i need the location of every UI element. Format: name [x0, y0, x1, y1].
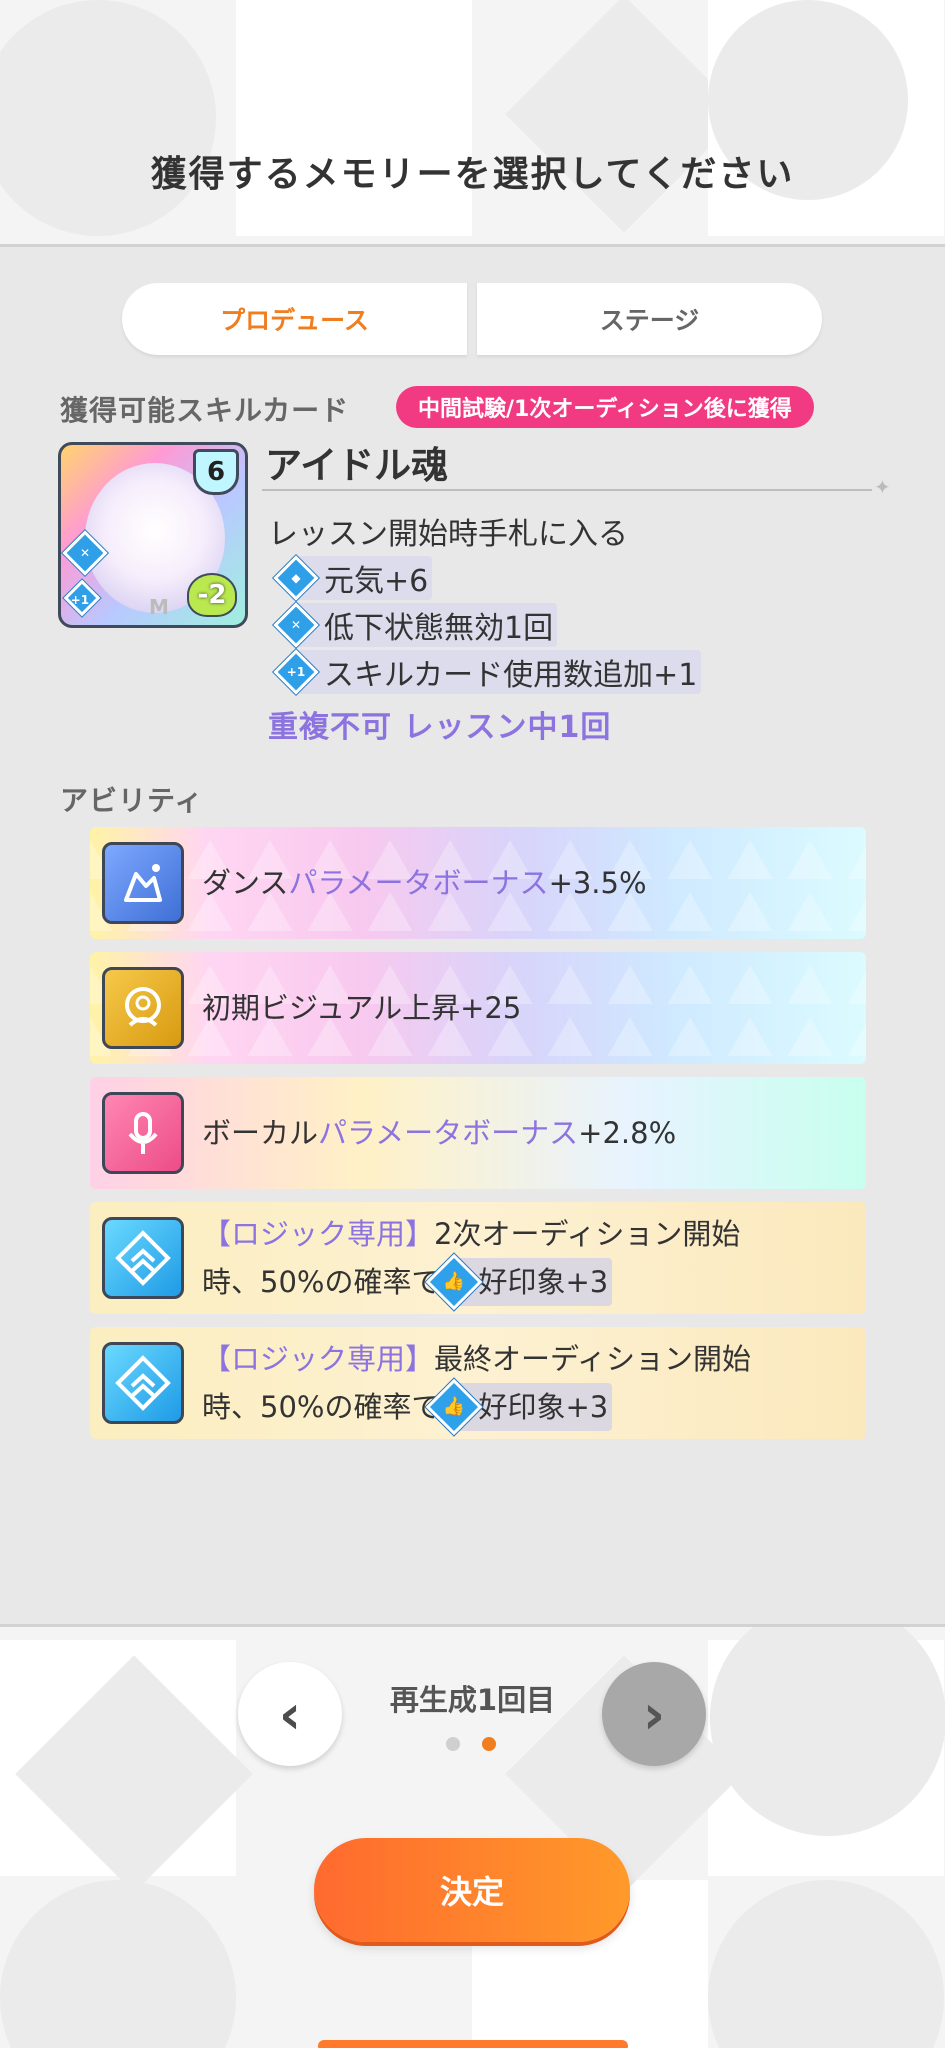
effect-line: ✕ 低下状態無効1回: [273, 602, 558, 648]
ability-text: 【ロジック専用】2次オーディション開始 時、50%の確率で 👍 好印象+3: [202, 1210, 741, 1311]
tab-produce[interactable]: プロデュース: [122, 283, 467, 355]
confirm-button[interactable]: 決定: [314, 1838, 630, 1942]
prev-button[interactable]: ‹: [238, 1662, 342, 1766]
impression-chip: 👍 好印象+3: [426, 1378, 613, 1436]
effect-header: レッスン開始時手札に入る: [268, 517, 628, 552]
microphone-icon: [102, 1092, 184, 1174]
tab-bar: プロデュース ステージ: [122, 283, 822, 355]
ability-highlight-text: 【ロジック専用】: [202, 1217, 435, 1251]
page-title: 獲得するメモリーを選択してください: [150, 154, 795, 195]
tab-stage[interactable]: ステージ: [477, 283, 822, 355]
thumbs-up-icon: 👍: [426, 1253, 483, 1311]
chip-text: 好印象+3: [478, 1390, 609, 1424]
pager-label: 再生成1回目: [389, 1683, 556, 1717]
ability-highlight-text: パラメータボーナス: [318, 1116, 579, 1150]
thumbs-up-icon: 👍: [426, 1378, 483, 1436]
next-button[interactable]: ›: [602, 1662, 706, 1766]
card-note: 重複不可 レッスン中1回: [268, 710, 612, 745]
ability-line2-text: 時、50%の確率で: [202, 1390, 441, 1424]
ability-highlight-text: パラメータボーナス: [288, 866, 549, 900]
card-name: アイドル魂: [265, 444, 449, 487]
ability-plain-text: 最終オーディション開始: [434, 1342, 751, 1376]
effect-line: +1 スキルカード使用数追加+1: [273, 649, 702, 695]
ability-plain-text: 2次オーディション開始: [434, 1217, 741, 1251]
chip-text: 好印象+3: [478, 1265, 609, 1299]
effect-text: 低下状態無効1回: [290, 603, 558, 647]
acquisition-badge: 中間試験/1次オーディション後に獲得: [396, 386, 814, 428]
effect-text: スキルカード使用数追加+1: [290, 650, 702, 694]
rarity-mark: M: [149, 595, 169, 619]
ability-plain-text: ボーカル: [202, 1116, 319, 1150]
heart-cost-icon: -2: [187, 573, 237, 617]
ability-section-label: アビリティ: [60, 784, 204, 817]
page-indicator: [446, 1737, 496, 1751]
ability-row-dance[interactable]: ダンスパラメータボーナス+3.5%: [90, 827, 866, 939]
impression-chip: 👍 好印象+3: [426, 1253, 613, 1311]
ability-row-logic-2nd[interactable]: 【ロジック専用】2次オーディション開始 時、50%の確率で 👍 好印象+3: [90, 1202, 866, 1314]
ability-text: ダンスパラメータボーナス+3.5%: [202, 859, 647, 907]
skill-section-label: 獲得可能スキルカード: [60, 394, 350, 427]
page-dot[interactable]: [446, 1737, 460, 1751]
button-edge: [318, 2040, 628, 2048]
dance-icon: [102, 842, 184, 924]
sparkle-icon: ✦: [874, 475, 891, 499]
ability-line2-text: 時、50%の確率で: [202, 1265, 441, 1299]
heart-cost-value: -2: [197, 580, 227, 610]
ability-text: 【ロジック専用】最終オーディション開始 時、50%の確率で 👍 好印象+3: [202, 1335, 751, 1436]
memory-panel: プロデュース ステージ 獲得可能スキルカード 中間試験/1次オーディション後に獲…: [0, 244, 945, 1627]
ability-row-vocal[interactable]: ボーカルパラメータボーナス+2.8%: [90, 1077, 866, 1189]
chevron-right-icon: ›: [642, 1682, 666, 1746]
ability-plain-text: ダンス: [202, 866, 289, 900]
ability-text: 初期ビジュアル上昇+25: [202, 991, 522, 1025]
skill-card-image[interactable]: 6 ✕ +1 M -2: [58, 442, 248, 628]
ability-highlight-text: 【ロジック専用】: [202, 1342, 435, 1376]
ability-suffix-text: +2.8%: [578, 1116, 677, 1150]
chevron-left-icon: ‹: [278, 1682, 302, 1746]
visual-icon: [102, 967, 184, 1049]
ability-text: ボーカルパラメータボーナス+2.8%: [202, 1109, 676, 1157]
card-cost: 6: [193, 449, 239, 495]
ability-suffix-text: +3.5%: [548, 866, 647, 900]
logic-icon: [102, 1217, 184, 1299]
ability-row-logic-final[interactable]: 【ロジック専用】最終オーディション開始 時、50%の確率で 👍 好印象+3: [90, 1327, 866, 1439]
logic-icon: [102, 1342, 184, 1424]
divider: [262, 489, 872, 491]
page-dot-active[interactable]: [482, 1737, 496, 1751]
effect-line: ◆ 元気+6: [273, 555, 433, 601]
ability-row-visual[interactable]: 初期ビジュアル上昇+25: [90, 952, 866, 1064]
plus-one-icon: +1: [63, 579, 101, 617]
